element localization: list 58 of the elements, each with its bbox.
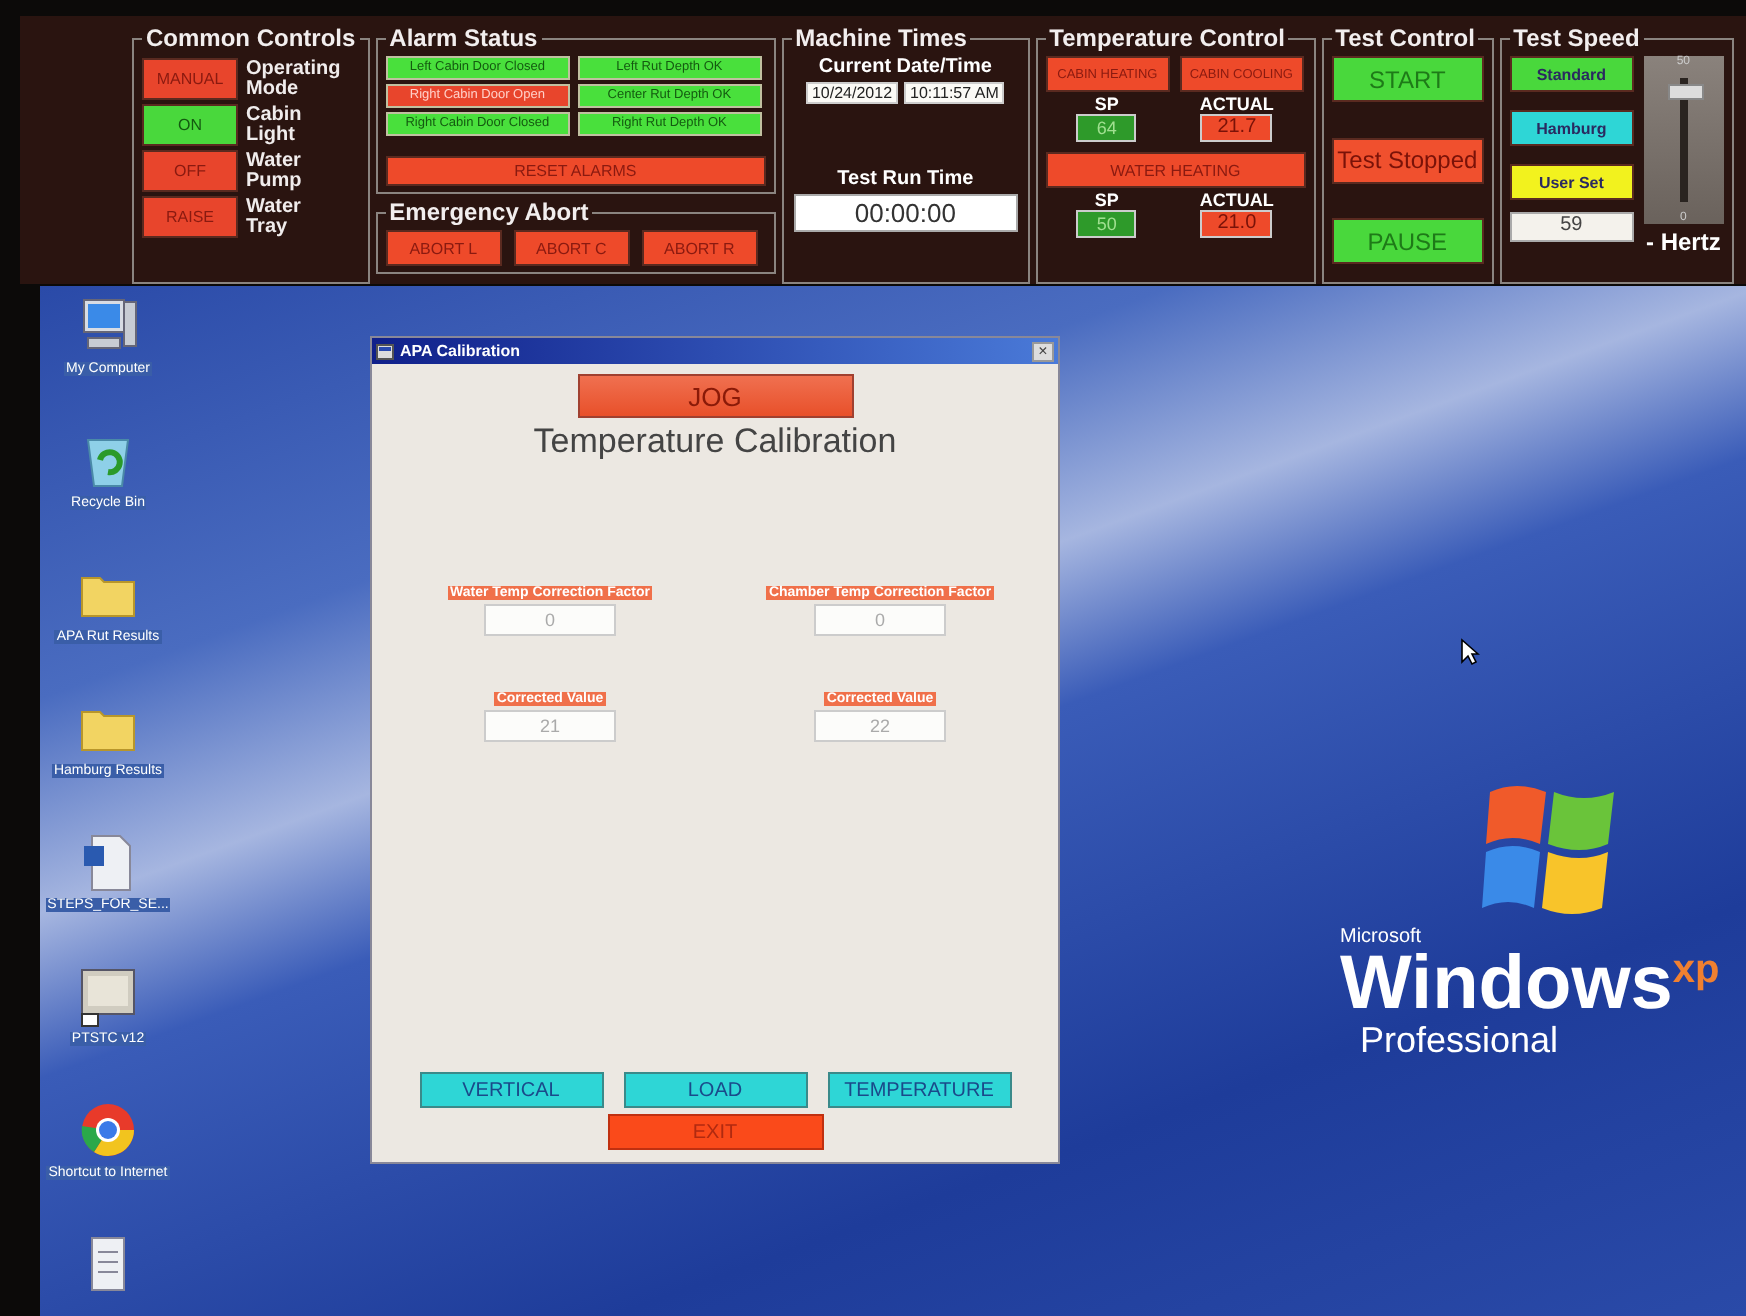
- navigation-button[interactable]: LOAD: [623, 1072, 807, 1108]
- abort-button[interactable]: ABORT R: [641, 230, 758, 266]
- exit-button[interactable]: EXIT: [607, 1114, 823, 1150]
- setpoint-value: 64: [1076, 114, 1137, 142]
- hertz-unit-label: - Hertz: [1646, 228, 1721, 256]
- abort-button[interactable]: ABORT L: [385, 230, 502, 266]
- control-label: Operating Mode: [246, 59, 334, 99]
- group-title: Test Speed: [1511, 24, 1642, 52]
- jog-button[interactable]: JOG: [577, 374, 853, 418]
- test-control-button[interactable]: START: [1331, 56, 1484, 102]
- close-button[interactable]: ×: [1032, 341, 1054, 361]
- setpoint-value: 50: [1076, 210, 1137, 238]
- speed-preset-button[interactable]: User Set: [1509, 164, 1634, 200]
- group-title: Temperature Control: [1047, 24, 1287, 52]
- test-control-button[interactable]: Test Stopped: [1331, 137, 1484, 183]
- actual-label: ACTUAL: [1199, 190, 1274, 210]
- navigation-button[interactable]: TEMPERATURE: [827, 1072, 1011, 1108]
- group-title: Machine Times: [793, 24, 969, 52]
- group-title: Common Controls: [144, 24, 358, 52]
- mouse-pointer-icon: [1460, 638, 1480, 666]
- monitor-program-icon: [76, 964, 140, 1028]
- control-label: Water Pump: [246, 151, 304, 191]
- run-time-display: 00:00:00: [793, 194, 1018, 232]
- browser-icon: [76, 1098, 140, 1162]
- speed-preset-button[interactable]: Hamburg: [1509, 110, 1634, 146]
- group-title: Test Control: [1333, 24, 1477, 52]
- toggle-button[interactable]: MANUAL: [142, 58, 238, 100]
- toggle-button[interactable]: ON: [142, 104, 238, 146]
- toggle-button[interactable]: RAISE: [142, 196, 238, 238]
- abort-button[interactable]: ABORT C: [513, 230, 630, 266]
- actual-label: ACTUAL: [1199, 94, 1274, 114]
- logo-edition-text: Professional: [1360, 1020, 1559, 1062]
- control-label: Water Tray: [246, 197, 303, 237]
- speed-preset-button[interactable]: Standard: [1509, 56, 1634, 92]
- setpoint-label: SP: [1094, 94, 1119, 114]
- time-display: 10:11:57 AM: [904, 82, 1005, 104]
- logo-name-text: Windows: [1340, 948, 1673, 1020]
- dialog-heading: Temperature Calibration: [533, 422, 897, 462]
- logo-brand-text: Microsoft: [1340, 926, 1422, 948]
- group-title: Alarm Status: [387, 24, 540, 52]
- navigation-button[interactable]: VERTICAL: [419, 1072, 603, 1108]
- window-icon: [376, 343, 394, 359]
- toggle-button[interactable]: OFF: [142, 150, 238, 192]
- water-heating-button[interactable]: WATER HEATING: [1045, 152, 1306, 188]
- logo-version-text: xp: [1672, 948, 1720, 994]
- actual-value: 21.0: [1200, 210, 1273, 238]
- group-title: Emergency Abort: [387, 198, 591, 226]
- test-control-button[interactable]: PAUSE: [1331, 218, 1484, 264]
- control-label: Cabin Light: [246, 105, 304, 145]
- actual-value: 21.7: [1200, 114, 1273, 142]
- date-time-label: Current Date/Time: [818, 56, 992, 78]
- run-time-label: Test Run Time: [837, 168, 974, 190]
- slider-thumb[interactable]: [1667, 84, 1704, 101]
- hertz-value: 59: [1509, 212, 1634, 242]
- date-display: 10/24/2012: [805, 82, 899, 104]
- reset-alarms-button[interactable]: RESET ALARMS: [385, 156, 766, 186]
- window-title: APA Calibration: [400, 342, 521, 360]
- setpoint-label: SP: [1094, 190, 1119, 210]
